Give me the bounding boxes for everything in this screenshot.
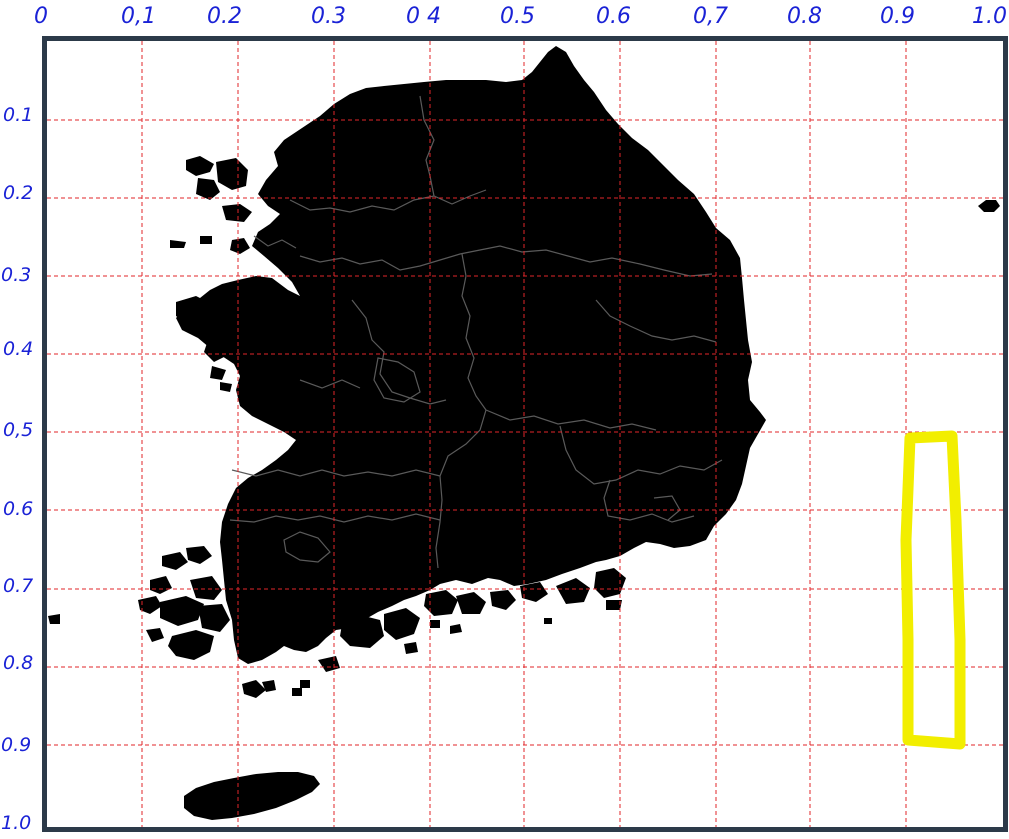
left-axis-label-7: 0.7 [3,575,34,597]
mainland-korea [176,46,766,664]
top-axis-label-9: 0.9 [880,4,915,29]
left-axis-label-6: 0.6 [3,498,34,520]
top-axis-label-1: 0,1 [121,4,156,29]
left-axis-label-5: 0,5 [3,419,34,441]
left-axis-label-3: 0.3 [1,264,32,286]
top-axis-label-5: 0.5 [500,4,535,29]
map-window-frame [42,36,1008,832]
left-axis-label-1: 0.1 [3,104,34,126]
top-axis-label-10: 1.0 [972,4,1007,29]
left-axis-label-2: 0.2 [3,182,34,204]
highlight-box [900,430,966,750]
left-axis-label-9: 0.9 [1,734,32,756]
top-axis-label-0: 0 [34,4,48,29]
jeju-island [184,772,320,820]
screenshot-stage: 0 0,1 0.2 0.3 0 4 0.5 0.6 0,7 0.8 0.9 1.… [0,0,1009,839]
top-axis-label-3: 0.3 [311,4,346,29]
top-axis-label-4: 0 4 [406,4,441,29]
top-axis-label-6: 0.6 [596,4,631,29]
top-axis-label-7: 0,7 [693,4,728,29]
left-axis-label-4: 0.4 [3,338,34,360]
top-axis-label-8: 0.8 [787,4,822,29]
top-axis-label-2: 0.2 [207,4,242,29]
left-axis-label-8: 0.8 [3,652,34,674]
map-canvas[interactable] [47,41,1003,827]
south-korea-map [47,41,1003,827]
left-axis-label-10: 1.0 [1,812,32,834]
ulleung-island [978,200,1000,212]
